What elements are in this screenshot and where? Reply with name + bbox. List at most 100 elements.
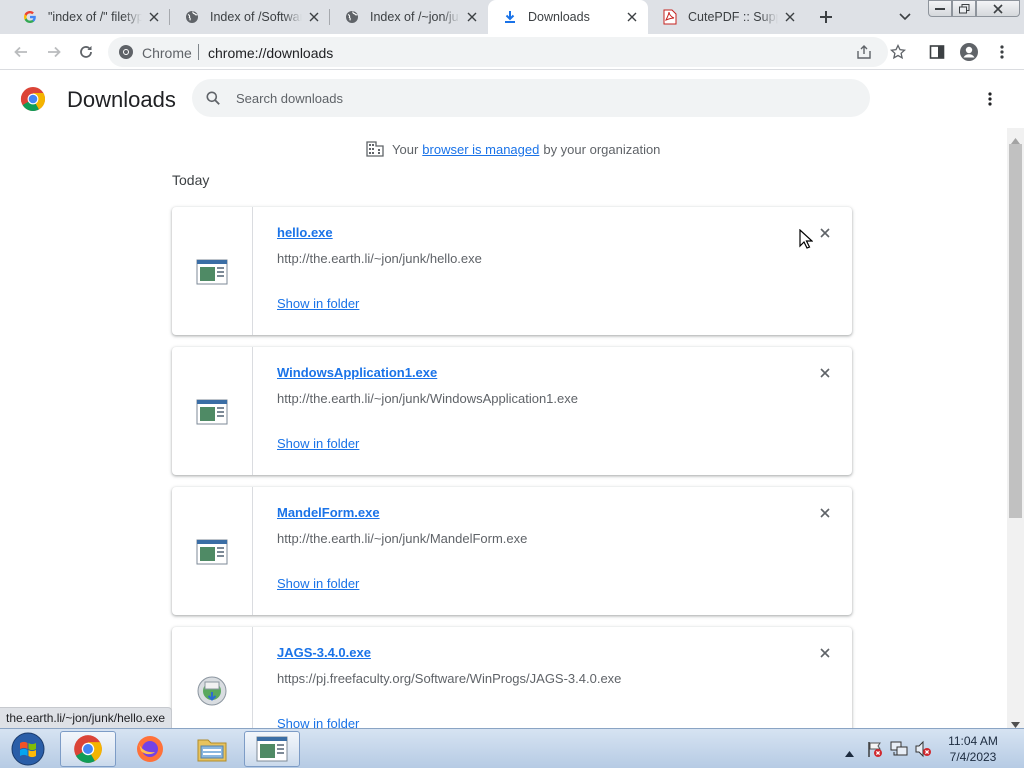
restore-button[interactable]: [952, 0, 976, 17]
profile-button[interactable]: [957, 40, 981, 64]
browser-managed-link[interactable]: browser is managed: [422, 142, 539, 157]
scrollbar-thumb[interactable]: [1009, 144, 1022, 518]
windows-start-orb-icon: [11, 732, 45, 766]
close-icon: [820, 508, 830, 518]
bookmark-button[interactable]: [886, 40, 910, 64]
plus-icon: [820, 11, 832, 23]
downloads-menu-button[interactable]: [982, 89, 998, 109]
close-icon: [993, 3, 1003, 14]
restore-icon: [958, 3, 969, 13]
network-icon[interactable]: [890, 740, 908, 761]
vertical-scrollbar[interactable]: [1007, 128, 1024, 728]
star-icon: [890, 44, 906, 60]
show-in-folder-link[interactable]: Show in folder: [277, 436, 359, 451]
omnibox[interactable]: Chrome chrome://downloads: [108, 37, 888, 67]
exe-file-icon: [196, 259, 228, 285]
tab-index-software[interactable]: Index of /Software: [170, 0, 330, 34]
clock-time: 11:04 AM: [948, 734, 998, 748]
reload-icon: [80, 46, 92, 58]
minimize-button[interactable]: [928, 0, 952, 17]
exe-file-icon: [196, 399, 228, 425]
installer-disc-icon: [196, 675, 228, 710]
file-icon-column: [172, 487, 253, 615]
file-icon-column: [172, 347, 253, 475]
omnibox-url[interactable]: chrome://downloads: [208, 45, 333, 61]
file-source-url: http://the.earth.li/~jon/junk/MandelForm…: [277, 531, 528, 546]
close-window-button[interactable]: [976, 0, 1020, 17]
clock-date: 7/4/2023: [949, 750, 997, 764]
file-source-url: http://the.earth.li/~jon/junk/hello.exe: [277, 251, 482, 266]
file-name-link[interactable]: WindowsApplication1.exe: [277, 365, 437, 380]
file-name-link[interactable]: JAGS-3.4.0.exe: [277, 645, 371, 660]
tab-google-search[interactable]: "index of /" filetype: [8, 0, 170, 34]
arrow-right-icon: [48, 46, 61, 58]
chrome-logo-icon: [118, 44, 134, 63]
more-vert-icon: [988, 92, 992, 106]
taskbar-file-explorer[interactable]: [184, 731, 240, 767]
managed-notice: Your browser is managed by your organiza…: [366, 140, 660, 158]
tab-cutepdf[interactable]: CutePDF :: Support: [648, 0, 806, 34]
exe-file-icon: [256, 736, 288, 762]
close-icon[interactable]: [306, 9, 322, 25]
system-clock[interactable]: 11:04 AM 7/4/2023: [935, 733, 1011, 765]
action-center-flag-icon[interactable]: [866, 740, 884, 761]
folder-icon: [197, 739, 227, 762]
search-placeholder: Search downloads: [236, 91, 343, 106]
download-icon: [502, 9, 518, 25]
share-icon[interactable]: [856, 44, 872, 63]
tab-title: "index of /" filetype: [48, 10, 142, 24]
remove-item-button[interactable]: [817, 505, 833, 521]
omnibox-scheme-label: Chrome: [142, 45, 192, 61]
omnibox-divider: [198, 44, 199, 60]
close-icon[interactable]: [782, 9, 798, 25]
date-section-label: Today: [172, 172, 210, 188]
file-name-link[interactable]: MandelForm.exe: [277, 505, 380, 520]
close-icon[interactable]: [624, 9, 640, 25]
google-g-icon: [22, 9, 38, 25]
file-name-link[interactable]: hello.exe: [277, 225, 333, 240]
show-hidden-icons-button[interactable]: [845, 745, 854, 760]
new-tab-button[interactable]: [814, 5, 838, 29]
mouse-cursor-icon: [799, 228, 814, 252]
taskbar-firefox[interactable]: [122, 731, 178, 767]
close-icon: [820, 368, 830, 378]
tab-title: Index of /Software: [210, 10, 302, 24]
download-item: hello.exe http://the.earth.li/~jon/junk/…: [172, 207, 852, 335]
search-downloads-field[interactable]: Search downloads: [192, 79, 870, 117]
building-icon: [366, 141, 384, 157]
tab-downloads[interactable]: Downloads: [488, 0, 648, 34]
pdf-icon: [662, 9, 678, 25]
minimize-icon: [935, 7, 945, 10]
remove-item-button[interactable]: [817, 225, 833, 241]
downloads-header: Downloads Search downloads: [0, 70, 1024, 128]
remove-item-button[interactable]: [817, 365, 833, 381]
managed-text-after: by your organization: [543, 141, 661, 157]
reload-button[interactable]: [74, 40, 98, 64]
chrome-menu-button[interactable]: [990, 40, 1014, 64]
remove-item-button[interactable]: [817, 645, 833, 661]
globe-icon: [344, 9, 360, 25]
search-icon: [206, 91, 220, 108]
exe-file-icon: [196, 539, 228, 565]
tab-index-jon-junk[interactable]: Index of /~jon/junk: [330, 0, 488, 34]
file-source-url: http://the.earth.li/~jon/junk/WindowsApp…: [277, 391, 578, 406]
windows-taskbar: 11:04 AM 7/4/2023: [0, 728, 1024, 768]
start-button[interactable]: [2, 731, 54, 767]
show-in-folder-link[interactable]: Show in folder: [277, 296, 359, 311]
tab-title: Downloads: [528, 10, 590, 24]
chrome-logo-icon: [74, 735, 102, 763]
tab-search-button[interactable]: [893, 6, 917, 28]
side-panel-button[interactable]: [925, 40, 949, 64]
tab-title: CutePDF :: Support: [688, 10, 778, 24]
back-button[interactable]: [9, 40, 33, 64]
taskbar-hello-app[interactable]: [244, 731, 300, 767]
show-in-folder-link[interactable]: Show in folder: [277, 576, 359, 591]
close-icon[interactable]: [464, 9, 480, 25]
volume-muted-icon[interactable]: [914, 740, 932, 761]
chrome-logo-icon: [20, 86, 46, 115]
close-icon[interactable]: [146, 9, 162, 25]
forward-button[interactable]: [42, 40, 66, 64]
firefox-icon: [137, 736, 163, 762]
browser-toolbar: Chrome chrome://downloads: [0, 34, 1024, 70]
taskbar-chrome[interactable]: [60, 731, 116, 767]
